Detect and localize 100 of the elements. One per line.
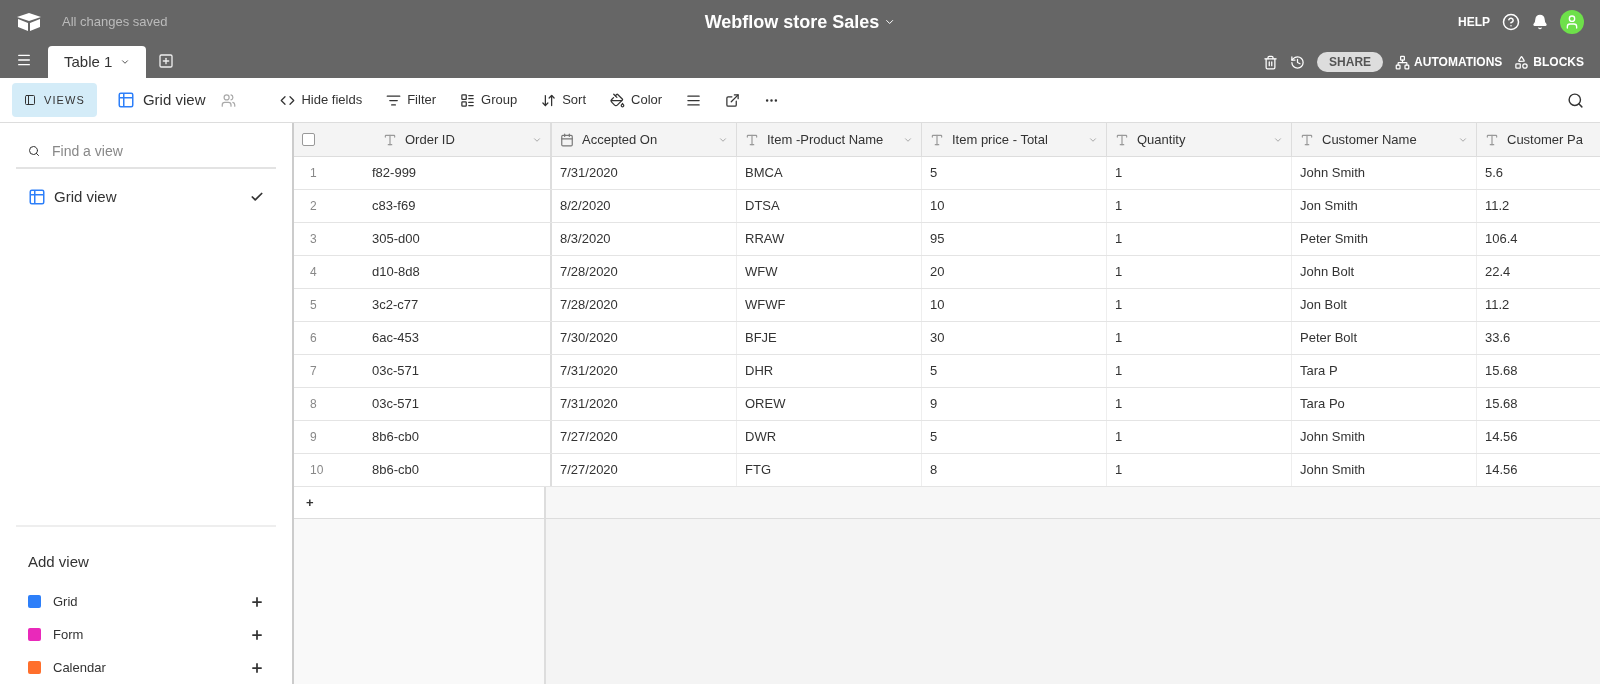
list-box-icon bbox=[460, 92, 476, 108]
table-cell-text: BFJE bbox=[745, 329, 777, 348]
select-all-checkbox[interactable] bbox=[302, 133, 315, 146]
table-cell-text: 305-d00 bbox=[372, 230, 420, 249]
text-field-icon bbox=[1115, 132, 1129, 147]
search-icon[interactable] bbox=[1567, 91, 1584, 109]
row-number: 4 bbox=[309, 264, 318, 281]
table-cell-text: 1 bbox=[1115, 296, 1123, 315]
plus-icon[interactable] bbox=[250, 594, 264, 609]
column-header[interactable]: Quantity bbox=[1107, 123, 1292, 156]
table-cell-text: 10 bbox=[930, 296, 945, 315]
table-cell-text: 1 bbox=[1115, 395, 1123, 414]
column-header[interactable]: Item price - Total bbox=[922, 123, 1107, 156]
row-number: 1 bbox=[309, 165, 318, 182]
table-cell-text: 7/28/2020 bbox=[560, 296, 618, 315]
table-cell-text: 22.4 bbox=[1485, 263, 1511, 282]
toolbar-button[interactable]: Group bbox=[460, 90, 518, 110]
table-cell-text: 33.6 bbox=[1485, 329, 1511, 348]
table-cell-text: c83-f69 bbox=[372, 197, 416, 216]
caret-icon[interactable] bbox=[120, 57, 131, 67]
table-cell-text: Jon Bolt bbox=[1300, 296, 1347, 315]
toolbar-button[interactable]: Color bbox=[610, 90, 663, 110]
sort-icon bbox=[541, 92, 557, 108]
find-view-field[interactable]: Find a view bbox=[52, 140, 264, 162]
table-cell-text: 3c2-c77 bbox=[372, 296, 419, 315]
bell-icon[interactable] bbox=[1532, 14, 1548, 30]
history-icon[interactable] bbox=[1290, 54, 1306, 70]
text-field-icon bbox=[1300, 132, 1314, 147]
table-cell-text: BMCA bbox=[745, 164, 783, 183]
avatar[interactable] bbox=[1560, 10, 1584, 34]
row-number: 8 bbox=[309, 396, 318, 413]
column-header[interactable]: Accepted On bbox=[552, 123, 737, 156]
table-cell-text: DTSA bbox=[745, 197, 780, 216]
table-cell-text: John Smith bbox=[1300, 164, 1366, 183]
table-cell-text: 5 bbox=[930, 164, 938, 183]
table-cell-text: John Smith bbox=[1300, 428, 1366, 447]
table-cell-text: 20 bbox=[930, 263, 945, 282]
grid-icon bbox=[116, 91, 135, 109]
table-cell-text: WFW bbox=[745, 263, 778, 282]
automations-icon[interactable] bbox=[1395, 54, 1411, 70]
table-cell-text: 1 bbox=[1115, 263, 1123, 282]
table-cell-text: 11.2 bbox=[1485, 197, 1510, 216]
automations-button[interactable]: AUTOMATIONS bbox=[1414, 53, 1503, 71]
table-cell-text: 7/28/2020 bbox=[560, 263, 618, 282]
column-header[interactable]: Customer Name bbox=[1292, 123, 1477, 156]
table-cell-text: WFWF bbox=[745, 296, 786, 315]
column-header[interactable]: Item -Product Name bbox=[737, 123, 922, 156]
table-cell-text: RRAW bbox=[745, 230, 785, 249]
toolbar-button[interactable]: Hide fields bbox=[280, 90, 363, 110]
table-cell-text: 03c-571 bbox=[372, 395, 419, 414]
blocks-button[interactable]: BLOCKS bbox=[1533, 53, 1584, 71]
table-cell-text: 1 bbox=[1115, 230, 1123, 249]
table-cell-text: Tara P bbox=[1300, 362, 1338, 381]
table-cell-text: 7/27/2020 bbox=[560, 428, 618, 447]
table-cell-text: 14.56 bbox=[1485, 461, 1518, 480]
text-field-icon bbox=[383, 132, 397, 147]
base-title[interactable]: Webflow store Sales bbox=[704, 8, 880, 36]
help-link[interactable]: HELP bbox=[1458, 13, 1490, 31]
filter-icon bbox=[386, 92, 402, 108]
row-number: 3 bbox=[309, 231, 318, 248]
view-type-label[interactable]: Grid bbox=[53, 591, 78, 612]
table-tab[interactable]: Table 1 bbox=[48, 46, 147, 78]
menu-icon[interactable] bbox=[16, 52, 32, 68]
table-cell-text: 5.6 bbox=[1485, 164, 1504, 183]
toolbar-button[interactable]: Sort bbox=[541, 90, 587, 110]
view-name[interactable]: Grid view bbox=[142, 88, 206, 112]
text-field-icon bbox=[930, 132, 944, 147]
table-cell-text: 8b6-cb0 bbox=[372, 461, 419, 480]
toolbar-button[interactable]: Filter bbox=[386, 90, 437, 110]
row-number: 6 bbox=[309, 330, 318, 347]
share-button[interactable]: SHARE bbox=[1317, 52, 1384, 72]
table-cell-text: d10-8d8 bbox=[372, 263, 420, 282]
table-cell-text: 8/2/2020 bbox=[560, 197, 611, 216]
table-cell-text: 8/3/2020 bbox=[560, 230, 611, 249]
table-cell-text: Peter Bolt bbox=[1300, 329, 1358, 348]
paint-bucket-icon bbox=[610, 92, 626, 108]
view-type-label[interactable]: Calendar bbox=[53, 657, 106, 678]
box-logo-icon[interactable] bbox=[16, 12, 42, 32]
views-button[interactable]: VIEWS bbox=[12, 83, 97, 117]
add-view-title: Add view bbox=[28, 551, 90, 572]
table-cell-text: 03c-571 bbox=[372, 362, 419, 381]
table-cell-text: 1 bbox=[1115, 329, 1123, 348]
trash-icon[interactable] bbox=[1263, 54, 1279, 70]
plus-icon[interactable] bbox=[250, 627, 264, 642]
add-table-icon[interactable] bbox=[158, 53, 175, 69]
row-number: 9 bbox=[309, 429, 318, 446]
add-row-button[interactable]: + bbox=[306, 492, 314, 513]
table-cell-text: 30 bbox=[930, 329, 945, 348]
table-cell-text: 1 bbox=[1115, 164, 1123, 183]
view-type-label[interactable]: Form bbox=[53, 624, 84, 645]
external-link-icon[interactable] bbox=[725, 92, 741, 108]
sidebar-icon bbox=[24, 94, 36, 106]
blocks-icon[interactable] bbox=[1514, 54, 1530, 70]
table-cell-text: Jon Smith bbox=[1300, 197, 1358, 216]
column-header[interactable]: Customer Pa bbox=[1477, 123, 1600, 156]
plus-icon[interactable] bbox=[250, 660, 264, 675]
grid-icon bbox=[28, 188, 46, 206]
table-cell-text: DHR bbox=[745, 362, 774, 381]
help-icon[interactable] bbox=[1502, 13, 1520, 31]
table-cell-text: John Bolt bbox=[1300, 263, 1355, 282]
